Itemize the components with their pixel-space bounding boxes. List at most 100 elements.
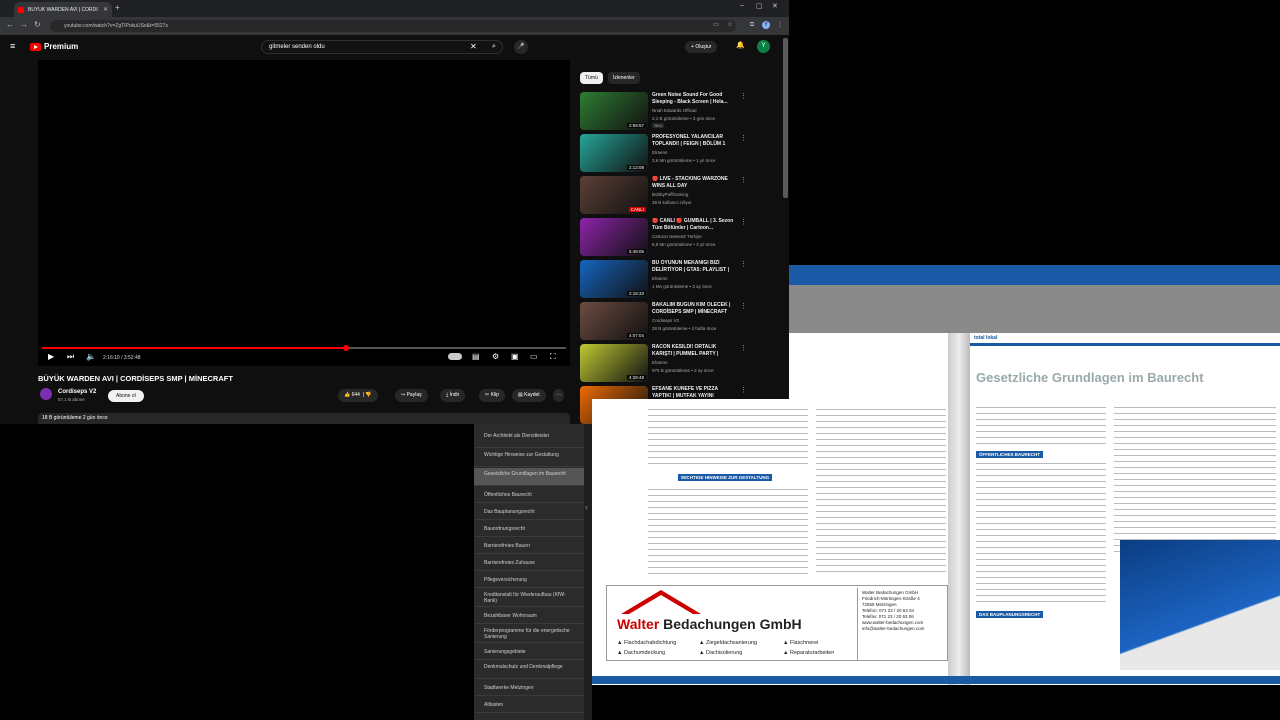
toc-item[interactable]: Bezahlbarer Wohnraum [474,608,584,624]
related-video-item[interactable]: CANLI 🔴 LIVE - STACKING WARZONE WINS ALL … [580,176,750,218]
toc-item[interactable]: Sanierungsgebiete [474,644,584,660]
video-menu-icon[interactable]: ⋮ [740,260,747,268]
bookmark-star-icon[interactable]: ☆ [726,21,734,29]
video-thumbnail[interactable]: 2:13:08 [580,134,648,172]
progress-knob[interactable] [342,345,349,351]
play-icon[interactable]: ▶ [48,352,54,361]
toc-item[interactable]: Wichtige Hinweise zur Gestaltung [474,449,584,467]
create-button[interactable]: + Oluştur [685,41,718,53]
profile-icon[interactable]: Y [762,21,770,29]
more-actions-icon[interactable]: ⋯ [553,389,564,402]
new-tab-icon[interactable]: + [115,3,120,12]
toc-item[interactable]: Gesetzliche Grundlagen im Baurecht [474,468,584,486]
related-video-item[interactable]: 2:18:33 BU OYUNUN MEKANİĞİ BİZİ DELİRTİYO… [580,260,750,302]
avatar[interactable]: Y [757,40,770,53]
toc-item[interactable]: Der Architekt als Dienstleister [474,430,584,448]
subscribe-button[interactable]: Abone ol [108,390,144,402]
fullscreen-icon[interactable]: ⛶ [550,352,556,362]
header-brand: total lokal [974,335,998,341]
toc-item[interactable]: Altlasten [474,697,584,713]
related-video-item[interactable]: 4:28:49 RACON KESİLDİ! ORTALIK KARIŞTI | … [580,344,750,386]
toc-item[interactable]: Pflegeversicherung [474,572,584,588]
toc-item[interactable]: Öffentliches Baurecht [474,487,584,503]
back-icon[interactable]: ← [6,20,14,29]
next-icon[interactable]: ⏭ [67,352,74,362]
video-thumbnail[interactable]: 4:28:49 [580,344,648,382]
header-rule [970,343,1280,346]
text-block [648,407,808,467]
video-channel: Elraenn [652,360,668,365]
related-video-item[interactable]: 5:48:05 🔴 CANLI 🔴 GUMBALL | 3. Sezon Tüm … [580,218,750,260]
video-duration: 2:13:08 [626,165,646,170]
video-duration: CANLI [628,207,646,212]
share-button[interactable]: ↪ Paylaş [395,389,428,402]
viewer-top-bar [789,265,1280,285]
autoplay-toggle[interactable] [448,353,462,360]
search-icon[interactable]: ⌕ [485,40,503,54]
video-menu-icon[interactable]: ⋮ [740,92,747,100]
toc-item[interactable]: Stadtwerke Metzingen [474,680,584,696]
cast-icon[interactable]: ▭ [712,21,720,29]
settings-gear-icon[interactable]: ⚙ [492,352,499,361]
video-thumbnail[interactable]: 4:07:04 [580,302,648,340]
clip-button[interactable]: ✂ Klip [479,389,505,402]
forward-icon[interactable]: → [20,20,28,29]
related-video-item[interactable]: 2:13:08 PROFESYONEL YALANCILAR TOPLANDI! … [580,134,750,176]
youtube-logo[interactable]: Premium [30,42,78,51]
clear-search-icon[interactable]: ✕ [470,42,477,51]
search-input[interactable]: gitmeler senden oldu [261,40,503,54]
maximize-icon[interactable]: ▢ [756,2,763,10]
browser-tab[interactable]: BÜYÜK WARDEN AVI | CORDİ ✕ [14,2,112,17]
toc-item[interactable]: Bauordnungsrecht [474,521,584,537]
extensions-icon[interactable]: ⧉ [748,21,756,29]
video-player[interactable] [38,60,570,366]
video-menu-icon[interactable]: ⋮ [740,218,747,226]
video-thumbnail[interactable]: 5:48:05 [580,218,648,256]
video-menu-icon[interactable]: ⋮ [740,386,747,394]
roof-logo [621,590,701,614]
chevron-left-icon[interactable]: ‹ [585,502,588,512]
notifications-bell-icon[interactable]: 🔔 [736,41,745,49]
save-button[interactable]: ▤ Kaydet [512,389,546,402]
volume-icon[interactable]: 🔈 [86,352,96,361]
video-thumbnail[interactable]: 2:18:33 [580,260,648,298]
video-thumbnail[interactable]: 2:59:57 [580,92,648,130]
close-tab-icon[interactable]: ✕ [103,6,108,13]
toc-item[interactable]: Barrierefreies Zuhause [474,555,584,571]
video-menu-icon[interactable]: ⋮ [740,302,747,310]
miniplayer-icon[interactable]: ▣ [511,352,519,361]
minimize-icon[interactable]: – [740,2,744,9]
hamburger-menu-icon[interactable]: ≡ [10,41,15,51]
scrollbar[interactable] [783,38,788,198]
toc-item[interactable]: Barrierefreies Bauen [474,538,584,554]
download-button[interactable]: ⤓ İndir [440,389,466,402]
toc-item[interactable]: Kreditanstalt für Wiederaufbau (KfW-Bank… [474,589,584,607]
theater-mode-icon[interactable]: ▭ [530,352,538,361]
video-menu-icon[interactable]: ⋮ [740,134,747,142]
url-field[interactable]: youtube.com/watch?v=ZgTIPokuUSo&t=5527s [50,20,736,32]
channel-avatar[interactable] [40,388,52,400]
video-description[interactable]: 18 B görüntüleme 2 gün önce [38,413,570,424]
toc-collapse-handle[interactable]: ‹ [584,424,592,720]
related-video-item[interactable]: 4:07:04 BAKALIM BUGÜN KİM ÖLECEK | CORDİS… [580,302,750,344]
related-video-item[interactable]: 2:59:57 Green Noise Sound For Good Sleepi… [580,92,750,134]
video-menu-icon[interactable]: ⋮ [740,344,747,352]
channel-name[interactable]: Cordiseps V2 [58,389,96,395]
video-menu-icon[interactable]: ⋮ [740,176,747,184]
subtitles-icon[interactable]: ▤ [472,352,480,361]
video-thumbnail[interactable]: CANLI [580,176,648,214]
chip-all[interactable]: Tümü [580,72,603,84]
like-button[interactable]: 👍 644 | 👎 [338,389,378,402]
video-meta: 39 B kullanıcı izliyor [652,200,692,205]
subscriber-count: 57,1 B abone [58,397,85,402]
progress-bar[interactable] [42,345,566,351]
reload-icon[interactable]: ↻ [34,20,41,29]
toc-item[interactable]: Förderprogramme für die energetische San… [474,625,584,643]
menu-kebab-icon[interactable]: ⋮ [776,21,784,29]
chip-watched[interactable]: İzlenenler [608,72,640,84]
microphone-icon[interactable]: 🎤 [514,40,528,54]
close-window-icon[interactable]: ✕ [772,2,778,10]
tab-strip: BÜYÜK WARDEN AVI | CORDİ ✕ + – ▢ ✕ [0,0,789,17]
toc-item[interactable]: Denkmalschutz und Denkmalpflege [474,661,584,679]
toc-item[interactable]: Das Bauplanungsrecht [474,504,584,520]
